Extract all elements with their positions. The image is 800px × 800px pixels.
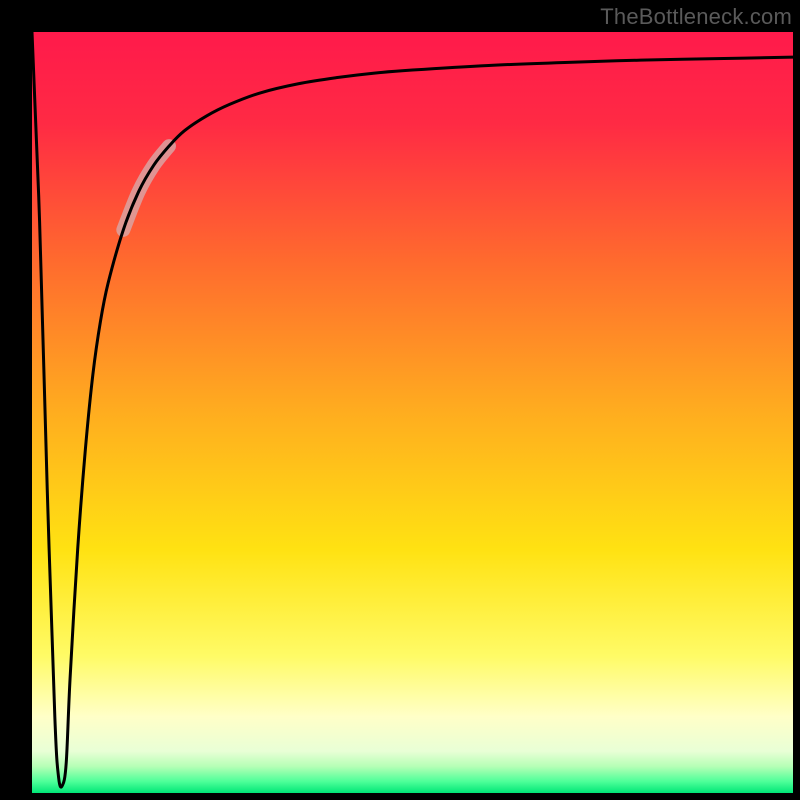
plot-area [32, 32, 793, 793]
bottleneck-chart [32, 32, 793, 793]
attribution-watermark: TheBottleneck.com [600, 4, 792, 30]
chart-frame: TheBottleneck.com [0, 0, 800, 800]
gradient-background [32, 32, 793, 793]
